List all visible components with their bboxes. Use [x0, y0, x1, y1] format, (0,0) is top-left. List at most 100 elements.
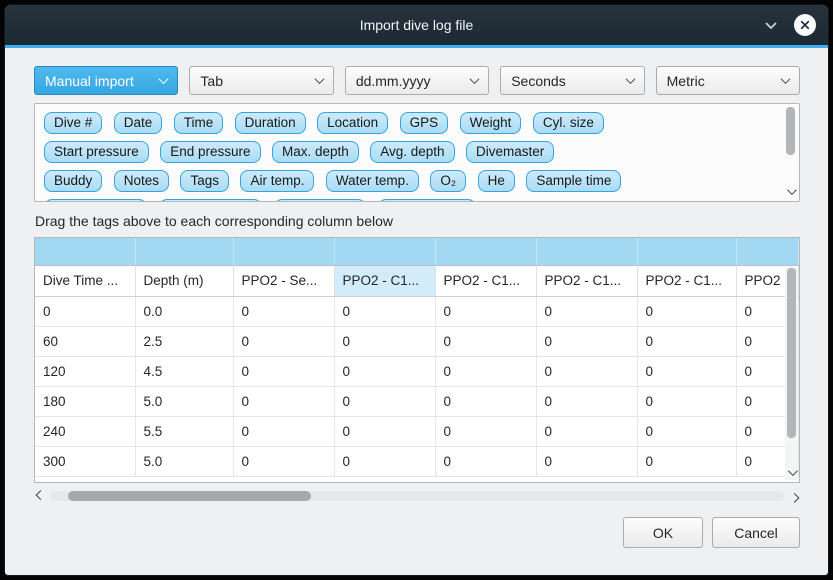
column-header: Depth (m)	[135, 265, 233, 296]
table-row: 0 0.0 0 0 0 0 0 0	[35, 296, 799, 326]
tag-weight[interactable]: Weight	[460, 112, 522, 134]
field-separator-value: Tab	[200, 73, 223, 89]
chevron-down-icon	[781, 74, 791, 84]
chevron-down-icon	[625, 74, 635, 84]
scroll-down-button[interactable]	[784, 185, 797, 198]
table-cell: 0	[35, 296, 135, 326]
date-format-value: dd.mm.yyyy	[356, 73, 431, 89]
table-cell: 0	[334, 356, 435, 386]
column-drop-target[interactable]	[233, 238, 334, 265]
tag-sample-po2[interactable]: Sample pO₂	[274, 199, 367, 202]
table-cell: 0	[435, 416, 536, 446]
column-header: Dive Time ...	[35, 265, 135, 296]
shade-button[interactable]	[761, 15, 781, 35]
tag-start-pressure[interactable]: Start pressure	[44, 141, 149, 163]
table-cell: 0	[536, 326, 637, 356]
close-button[interactable]	[794, 14, 816, 36]
tag-row: Buddy Notes Tags Air temp. Water temp. O…	[40, 167, 777, 196]
chevron-down-icon	[787, 185, 797, 195]
tag-time[interactable]: Time	[174, 112, 224, 134]
chevron-down-icon	[764, 21, 778, 30]
chevron-down-icon	[470, 74, 480, 84]
units-select[interactable]: Metric	[656, 66, 800, 95]
table-cell: 0	[334, 296, 435, 326]
table-cell: 0	[536, 296, 637, 326]
tag-row-clipped: Sample depth Sample temp. Sample pO₂ Sam…	[40, 196, 777, 202]
date-format-select[interactable]: dd.mm.yyyy	[345, 66, 489, 95]
tag-dive-number[interactable]: Dive #	[44, 112, 102, 134]
tag-he[interactable]: He	[478, 170, 515, 192]
tag-tags[interactable]: Tags	[180, 170, 229, 192]
scroll-right-button[interactable]	[788, 490, 800, 502]
tag-sample-depth[interactable]: Sample depth	[44, 199, 147, 202]
header-row: Dive Time ... Depth (m) PPO2 - Se... PPO…	[35, 265, 799, 296]
tag-gps[interactable]: GPS	[400, 112, 449, 134]
import-dialog: Import dive log file Manual import Tab d…	[4, 4, 829, 576]
tag-duration[interactable]: Duration	[235, 112, 306, 134]
tag-divemaster[interactable]: Divemaster	[466, 141, 554, 163]
tag-sample-temp[interactable]: Sample temp.	[159, 199, 262, 202]
column-header: PPO2 - C1...	[637, 265, 736, 296]
table-cell: 0	[435, 356, 536, 386]
field-separator-select[interactable]: Tab	[189, 66, 333, 95]
column-drop-target[interactable]	[334, 238, 435, 265]
column-drop-target[interactable]	[637, 238, 736, 265]
titlebar[interactable]: Import dive log file	[5, 5, 828, 45]
table-row: 300 5.0 0 0 0 0 0 0	[35, 446, 799, 476]
table-row: 120 4.5 0 0 0 0 0 0	[35, 356, 799, 386]
table-cell: 4.5	[135, 356, 233, 386]
table-cell: 0	[637, 326, 736, 356]
chevron-down-icon	[159, 74, 169, 84]
tag-water-temp[interactable]: Water temp.	[326, 170, 419, 192]
table-vscrollbar[interactable]	[785, 267, 798, 480]
table-cell: 0	[233, 416, 334, 446]
tag-o2[interactable]: O₂	[430, 170, 466, 192]
tag-air-temp[interactable]: Air temp.	[240, 170, 314, 192]
column-header: PPO2 - C1...	[435, 265, 536, 296]
tag-sample-time[interactable]: Sample time	[526, 170, 621, 192]
tag-sample-cns[interactable]: Sample CNS	[378, 199, 476, 202]
table-cell: 0	[334, 416, 435, 446]
table-cell: 0	[233, 386, 334, 416]
tag-date[interactable]: Date	[114, 112, 163, 134]
table-cell: 0	[334, 386, 435, 416]
hscroll-track[interactable]	[50, 491, 784, 501]
dialog-buttons: OK Cancel	[34, 517, 800, 548]
table-cell: 0	[637, 356, 736, 386]
column-drop-target[interactable]	[35, 238, 135, 265]
cancel-button[interactable]: Cancel	[712, 517, 800, 548]
column-drop-target[interactable]	[435, 238, 536, 265]
table-cell: 0	[435, 326, 536, 356]
scroll-left-button[interactable]	[34, 490, 46, 502]
units-value: Metric	[667, 73, 705, 89]
table-cell: 240	[35, 416, 135, 446]
import-type-select[interactable]: Manual import	[34, 66, 178, 95]
scroll-down-button[interactable]	[785, 466, 798, 479]
scrollbar-thumb[interactable]	[68, 491, 310, 501]
table-cell: 0	[435, 296, 536, 326]
table-hscrollbar[interactable]	[34, 488, 800, 504]
tag-cyl-size[interactable]: Cyl. size	[533, 112, 604, 134]
tag-location[interactable]: Location	[317, 112, 388, 134]
import-type-value: Manual import	[45, 73, 134, 89]
tag-row: Start pressure End pressure Max. depth A…	[40, 138, 777, 167]
table-cell: 0	[637, 386, 736, 416]
scrollbar-thumb[interactable]	[787, 268, 796, 438]
table-cell: 0.0	[135, 296, 233, 326]
tag-buddy[interactable]: Buddy	[44, 170, 102, 192]
column-drop-target[interactable]	[135, 238, 233, 265]
tag-max-depth[interactable]: Max. depth	[272, 141, 359, 163]
tag-avg-depth[interactable]: Avg. depth	[370, 141, 454, 163]
tag-notes[interactable]: Notes	[114, 170, 169, 192]
table-cell: 5.0	[135, 446, 233, 476]
column-drop-target[interactable]	[736, 238, 799, 265]
import-options-row: Manual import Tab dd.mm.yyyy Seconds Met…	[34, 66, 800, 95]
column-drop-target[interactable]	[536, 238, 637, 265]
ok-button[interactable]: OK	[623, 517, 703, 548]
scrollbar-thumb[interactable]	[786, 107, 795, 155]
tag-end-pressure[interactable]: End pressure	[160, 141, 260, 163]
drop-target-row	[35, 238, 799, 265]
tag-area-scrollbar[interactable]	[784, 106, 797, 199]
duration-format-select[interactable]: Seconds	[500, 66, 644, 95]
table-cell: 0	[536, 356, 637, 386]
